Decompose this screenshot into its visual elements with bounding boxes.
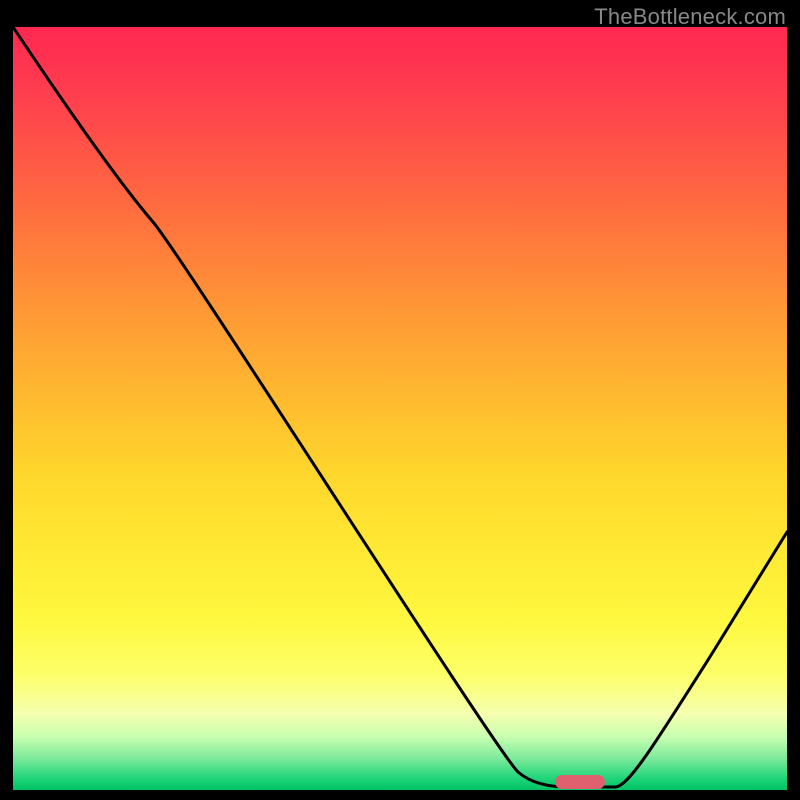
bottleneck-curve	[13, 27, 787, 790]
optimal-range-marker	[555, 775, 605, 789]
